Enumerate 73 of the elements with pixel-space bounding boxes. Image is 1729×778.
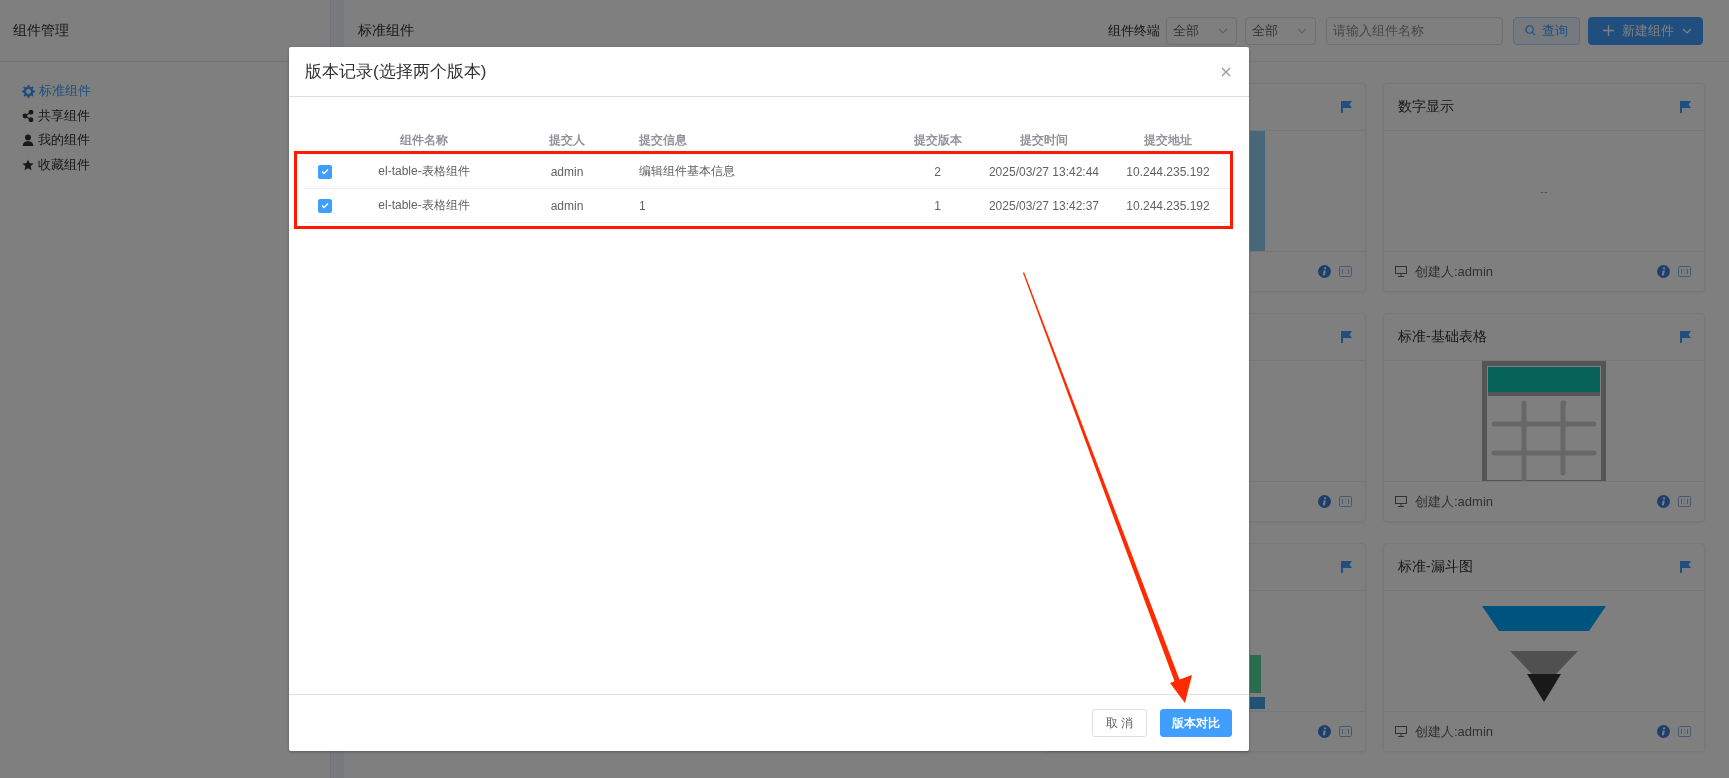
user-icon [22,134,34,147]
column-header: 提交时间 [985,126,1103,155]
card-title: 标准-基础表格 [1398,328,1487,346]
plus-icon [1603,25,1614,36]
star-icon [22,158,34,171]
creator-label: 创建人:admin [1415,262,1494,281]
sidebar-item[interactable]: 标准组件 [22,79,91,104]
info-icon[interactable] [1318,725,1331,738]
panel-icon[interactable] [1678,726,1691,737]
check-icon [321,168,329,176]
select-field[interactable]: 全部 [1245,16,1316,45]
info-icon[interactable] [1318,265,1331,278]
table-cell: 1 [890,188,985,223]
flag-icon[interactable] [1680,331,1691,343]
info-icon[interactable] [1657,495,1670,508]
share-icon [22,109,34,122]
flag-icon[interactable] [1341,561,1352,573]
flag-icon[interactable] [1680,101,1691,113]
cancel-button[interactable]: 取 消 [1092,709,1147,737]
monitor-icon [1395,266,1407,277]
page-title: 标准组件 [358,21,415,40]
flag-icon[interactable] [1341,331,1352,343]
panel-icon[interactable] [1678,266,1691,277]
number-value: -- [1540,185,1548,197]
table-cell: 2 [890,154,985,189]
close-icon[interactable] [1221,66,1231,77]
table-cell: el-table-表格组件 [346,154,502,189]
chevron-icon [1218,27,1228,34]
sidebar-item[interactable]: 共享组件 [22,103,90,128]
column-header: 提交版本 [890,126,985,155]
table-cell: 2025/03/27 13:42:37 [985,188,1103,223]
sidebar-title: 组件管理 [13,21,69,40]
column-header: 提交信息 [632,126,890,155]
checkbox[interactable] [318,164,332,179]
monitor-icon [1395,496,1407,507]
table-cell: 2025/03/27 13:42:44 [985,154,1103,189]
info-icon[interactable] [1657,265,1670,278]
card-title: 数字显示 [1398,98,1454,116]
table-cell: admin [502,188,632,223]
check-icon [321,202,329,210]
column-header: 提交地址 [1103,126,1233,155]
creator-label: 创建人:admin [1415,722,1494,741]
flag-icon[interactable] [1680,561,1691,573]
info-icon[interactable] [1657,725,1670,738]
select-field[interactable]: 全部 [1166,16,1237,45]
checkbox[interactable] [318,198,332,213]
table-cell: admin [502,154,632,189]
gear-icon [22,84,35,98]
sidebar-item[interactable]: 收藏组件 [22,152,90,177]
dialog-title: 版本记录(选择两个版本) [305,61,487,83]
card-title: 标准-漏斗图 [1398,558,1473,576]
caret-icon [1682,27,1692,34]
monitor-icon [1395,726,1407,737]
bar-chart-drawing [1250,655,1265,709]
panel-icon[interactable] [1678,496,1691,507]
compare-button[interactable]: 版本对比 [1160,709,1232,737]
table-cell: 编辑组件基本信息 [632,154,890,189]
table-cell: 1 [632,188,890,223]
flag-icon[interactable] [1341,101,1352,113]
create-button[interactable]: 新建组件 [1588,16,1703,45]
creator-label: 创建人:admin [1415,492,1494,511]
panel-icon[interactable] [1339,726,1352,737]
search-button[interactable]: 查询 [1513,16,1580,45]
panel-icon[interactable] [1339,496,1352,507]
column-header: 组件名称 [346,126,502,155]
search-icon [1525,25,1536,36]
chevron-icon [1297,27,1307,34]
table-cell: el-table-表格组件 [346,188,502,223]
info-icon[interactable] [1318,495,1331,508]
column-header: 提交人 [502,126,632,155]
panel-icon[interactable] [1339,266,1352,277]
filter-label: 组件终端 [1108,21,1160,40]
sidebar-item[interactable]: 我的组件 [22,128,90,153]
